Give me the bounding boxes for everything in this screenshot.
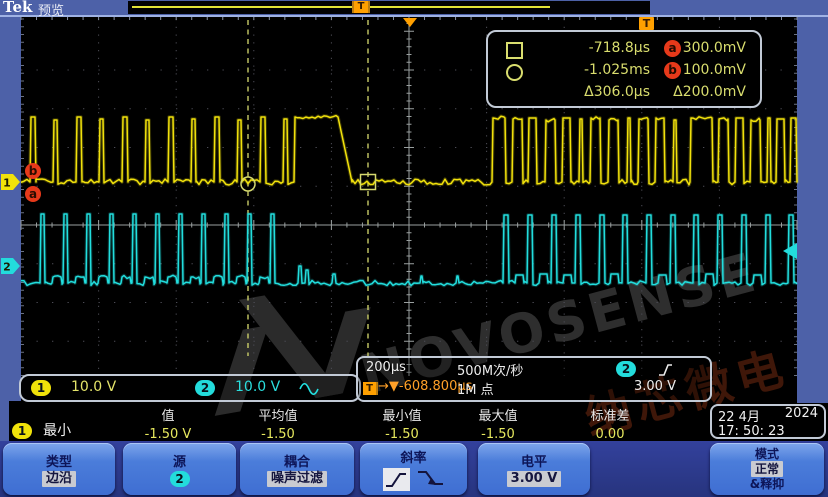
ac-coupling-sine-icon — [299, 383, 319, 399]
oscilloscope-screen: NOVOSENSE 纳芯微电子 12baT Tek 预览 T -718.8µs … — [0, 0, 828, 497]
measurement-bar: 1 最小 值 -1.50 V 平均值 -1.50 最小值 -1.50 最大值 -… — [0, 402, 828, 441]
meas-mean: -1.50 — [228, 427, 328, 442]
circle-cursor-icon — [506, 64, 523, 81]
record-view-bar: T — [128, 1, 650, 14]
trigger-arrow-icon: →▼ — [378, 379, 399, 394]
square-cursor-icon — [506, 42, 523, 59]
menu-value2: &释抑 — [750, 477, 784, 491]
rising-slope-icon — [383, 468, 410, 491]
menu-value: 噪声过滤 — [267, 471, 327, 487]
datetime-panel: 22 4月 2024 17: 50: 23 — [710, 404, 826, 439]
menu-label: 电平 — [521, 451, 547, 470]
menu-value: 3.00 V — [507, 471, 562, 487]
menu-coupling-button[interactable]: 耦合 噪声过滤 — [240, 443, 354, 495]
measurement-name: 最小 — [43, 423, 71, 439]
trigger-level-readout: 3.00 V — [634, 379, 676, 394]
menu-mode-button[interactable]: 模式 正常 &释抑 — [710, 443, 824, 495]
meas-col-mean: 平均值 — [228, 405, 328, 424]
menu-label: 类型 — [46, 451, 72, 470]
svg-text:2: 2 — [3, 261, 11, 274]
date-readout: 22 4月 — [718, 406, 760, 425]
svg-text:a: a — [29, 187, 37, 201]
menu-trigger-type-button[interactable]: 类型 边沿 — [3, 443, 115, 495]
meas-stddev: 0.00 — [560, 427, 660, 442]
sample-rate-readout: 500M次/秒 — [457, 360, 523, 379]
cursor-delta-voltage: Δ200.0mV — [660, 84, 746, 100]
cursor-a-time: -718.8µs — [532, 40, 650, 56]
ch1-badge: 1 — [31, 380, 51, 396]
menu-trigger-source-button[interactable]: 源 2 — [123, 443, 236, 495]
trigger-delay-readout: T→▼-608.800µs — [363, 379, 472, 395]
title-bar: Tek 预览 T — [0, 0, 828, 17]
horizontal-trigger-panel: 200µs 500M次/秒 2 T→▼-608.800µs 1M 点 3.00 … — [356, 356, 712, 402]
meas-min: -1.50 — [352, 427, 452, 442]
menu-value: 正常 — [751, 461, 783, 477]
menu-label: 斜率 — [400, 447, 426, 466]
menu-level-button[interactable]: 电平 3.00 V — [478, 443, 590, 495]
svg-text:1: 1 — [3, 177, 11, 190]
meas-value: -1.50 V — [118, 427, 218, 442]
time-per-div-readout: 200µs — [366, 360, 406, 375]
falling-slope-icon — [415, 468, 445, 492]
trigger-t-icon: T — [363, 382, 378, 395]
menu-label: 源 — [173, 451, 186, 470]
meas-col-value: 值 — [118, 405, 218, 424]
menu-slope-button[interactable]: 斜率 — [360, 443, 467, 495]
menu-value: 边沿 — [42, 471, 76, 487]
meas-col-stddev: 标准差 — [560, 405, 660, 424]
ch2-scale-readout: 10.0 V — [235, 379, 280, 395]
menu-label: 模式 — [755, 447, 779, 461]
cursor-b-voltage: 100.0mV — [660, 62, 746, 78]
trigger-source-badge: 2 — [616, 361, 636, 377]
cursor-readout-panel: -718.8µs a 300.0mV -1.025ms b 100.0mV Δ3… — [486, 30, 762, 108]
ch2-badge: 2 — [195, 380, 215, 396]
meas-col-max: 最大值 — [448, 405, 548, 424]
time-readout: 17: 50: 23 — [718, 424, 818, 439]
meas-max: -1.50 — [448, 427, 548, 442]
measurement-channel-badge: 1 — [12, 423, 32, 439]
cursor-a-voltage: 300.0mV — [660, 40, 746, 56]
record-length-readout: 1M 点 — [457, 379, 494, 398]
meas-col-min: 最小值 — [352, 405, 452, 424]
menu-label: 耦合 — [284, 451, 310, 470]
cursor-delta-time: Δ306.0µs — [532, 84, 650, 100]
year-readout: 2024 — [785, 406, 818, 425]
svg-text:b: b — [29, 164, 38, 178]
brand-logo: Tek — [3, 0, 32, 16]
ch1-scale-readout: 10.0 V — [71, 379, 116, 395]
channel-readout-panel: 1 10.0 V 2 10.0 V — [19, 374, 361, 402]
svg-text:T: T — [643, 17, 651, 30]
trigger-record-position-icon: T — [352, 1, 370, 13]
record-waveform-line — [132, 6, 550, 8]
softkey-menu: 类型 边沿 源 2 耦合 噪声过滤 斜率 电平 3.00 V — [0, 441, 828, 497]
cursor-b-time: -1.025ms — [532, 62, 650, 78]
acquisition-status: 预览 — [38, 0, 64, 19]
menu-source-badge: 2 — [170, 471, 190, 487]
